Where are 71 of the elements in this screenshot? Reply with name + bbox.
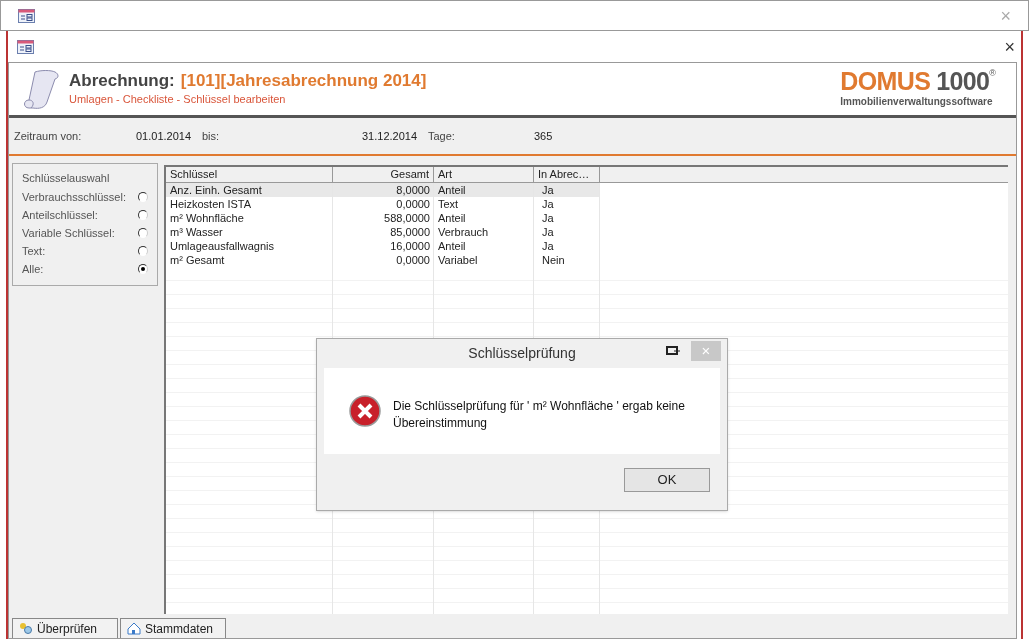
field-label: bis:	[202, 128, 221, 144]
house-icon	[127, 622, 141, 635]
scroll-icon	[21, 68, 61, 110]
dialog-message: Die Schlüsselprüfung für ' m² Wohnfläche ' ergab keine Übereinstimmung	[393, 398, 686, 432]
date-value: 01.01.2014	[136, 128, 193, 144]
logo-tagline: Immobilienverwaltungssoftware	[840, 95, 993, 109]
option-label: Text:	[22, 243, 46, 259]
group-title: Schlüsselauswahl	[22, 171, 111, 186]
table-cell-text: Heizkosten ISTA	[169, 197, 253, 211]
close-button[interactable]: ×	[1004, 37, 1015, 56]
table-cell-text: 16,0000	[389, 239, 431, 253]
table-cell-text: Ja	[541, 197, 555, 211]
page-title: Abrechnung:	[69, 70, 175, 92]
table-cell-text: Umlageausfallwagnis	[169, 239, 275, 253]
tab[interactable]: Stammdaten	[120, 618, 226, 638]
option-label: Alle:	[22, 261, 44, 277]
table-cell-text: Nein	[541, 253, 566, 267]
option-label: Anteilschlüssel:	[22, 207, 98, 223]
window-icon	[666, 346, 680, 356]
table-row[interactable]: Anz. Einh. Gesamt 8,0000 Anteil Ja	[166, 183, 600, 197]
table-cell-text: Ja	[541, 183, 555, 197]
registered-mark: ®	[989, 69, 996, 78]
table-cell-text: 0,0000	[395, 197, 431, 211]
radio-button[interactable]	[138, 228, 148, 238]
page-subtitle: Umlagen - Checkliste - Schlüssel bearbeiten	[69, 92, 287, 108]
table-cell-text: 0,0000	[395, 253, 431, 267]
table-row[interactable]: m³ Wasser 85,0000 Verbrauch Ja	[166, 225, 600, 239]
table-cell-text: Ja	[541, 211, 555, 225]
logo-word: DOMUS	[840, 69, 931, 94]
table-cell-text: 8,0000	[395, 183, 431, 197]
table-cell-text: Anteil	[437, 211, 467, 225]
radio-button[interactable]	[138, 210, 148, 220]
days-value: 365	[534, 128, 553, 144]
column-header[interactable]: Gesamt	[333, 167, 434, 182]
table-row[interactable]: m² Gesamt 0,0000 Variabel Nein	[166, 253, 600, 267]
radio-button[interactable]	[138, 192, 148, 202]
field-label: Zeitraum von:	[13, 128, 83, 144]
table-cell-text: Anteil	[437, 239, 467, 253]
table-cell-text: m² Gesamt	[169, 253, 226, 267]
table-row[interactable]: Umlageausfallwagnis 16,0000 Anteil Ja	[166, 239, 600, 253]
form-icon	[18, 8, 35, 23]
table-cell-text: m³ Wasser	[169, 225, 224, 239]
table-row[interactable]: m² Wohnfläche 588,0000 Anteil Ja	[166, 211, 600, 225]
field-label: Tage:	[428, 128, 456, 144]
ok-button[interactable]: OK	[624, 468, 710, 492]
logo-number: 1000	[936, 69, 990, 94]
table-row[interactable]: Heizkosten ISTA 0,0000 Text Ja	[166, 197, 600, 211]
radio-button[interactable]	[138, 264, 148, 274]
table-cell-text: Text	[437, 197, 460, 211]
key-search-icon	[19, 622, 33, 635]
table-cell-text: 85,0000	[389, 225, 431, 239]
table-cell-text: Ja	[541, 225, 555, 239]
table-cell-text: m² Wohnfläche	[169, 211, 245, 225]
tab[interactable]: Überprüfen	[12, 618, 118, 638]
option-label: Verbrauchsschlüssel:	[22, 189, 126, 205]
option-label: Variable Schlüssel:	[22, 225, 115, 241]
radio-button[interactable]	[138, 246, 148, 256]
column-header[interactable]: In Abrec…	[534, 167, 600, 182]
table-cell-text: Ja	[541, 239, 555, 253]
date-value: 31.12.2014	[362, 128, 419, 144]
column-header[interactable]: Art	[434, 167, 534, 182]
table-cell-text: Anz. Einh. Gesamt	[169, 183, 263, 197]
form-icon	[17, 39, 34, 54]
table-cell-text: Anteil	[437, 183, 467, 197]
dialog-title: Schlüsselprüfung	[468, 344, 576, 363]
table-cell-text: Verbrauch	[437, 225, 490, 239]
error-icon	[349, 395, 381, 427]
column-header[interactable]: Schlüssel	[166, 167, 333, 182]
record-title: [101][Jahresabrechnung 2014]	[180, 70, 427, 92]
table-cell-text: Variabel	[437, 253, 479, 267]
table-cell-text: 588,0000	[383, 211, 431, 225]
